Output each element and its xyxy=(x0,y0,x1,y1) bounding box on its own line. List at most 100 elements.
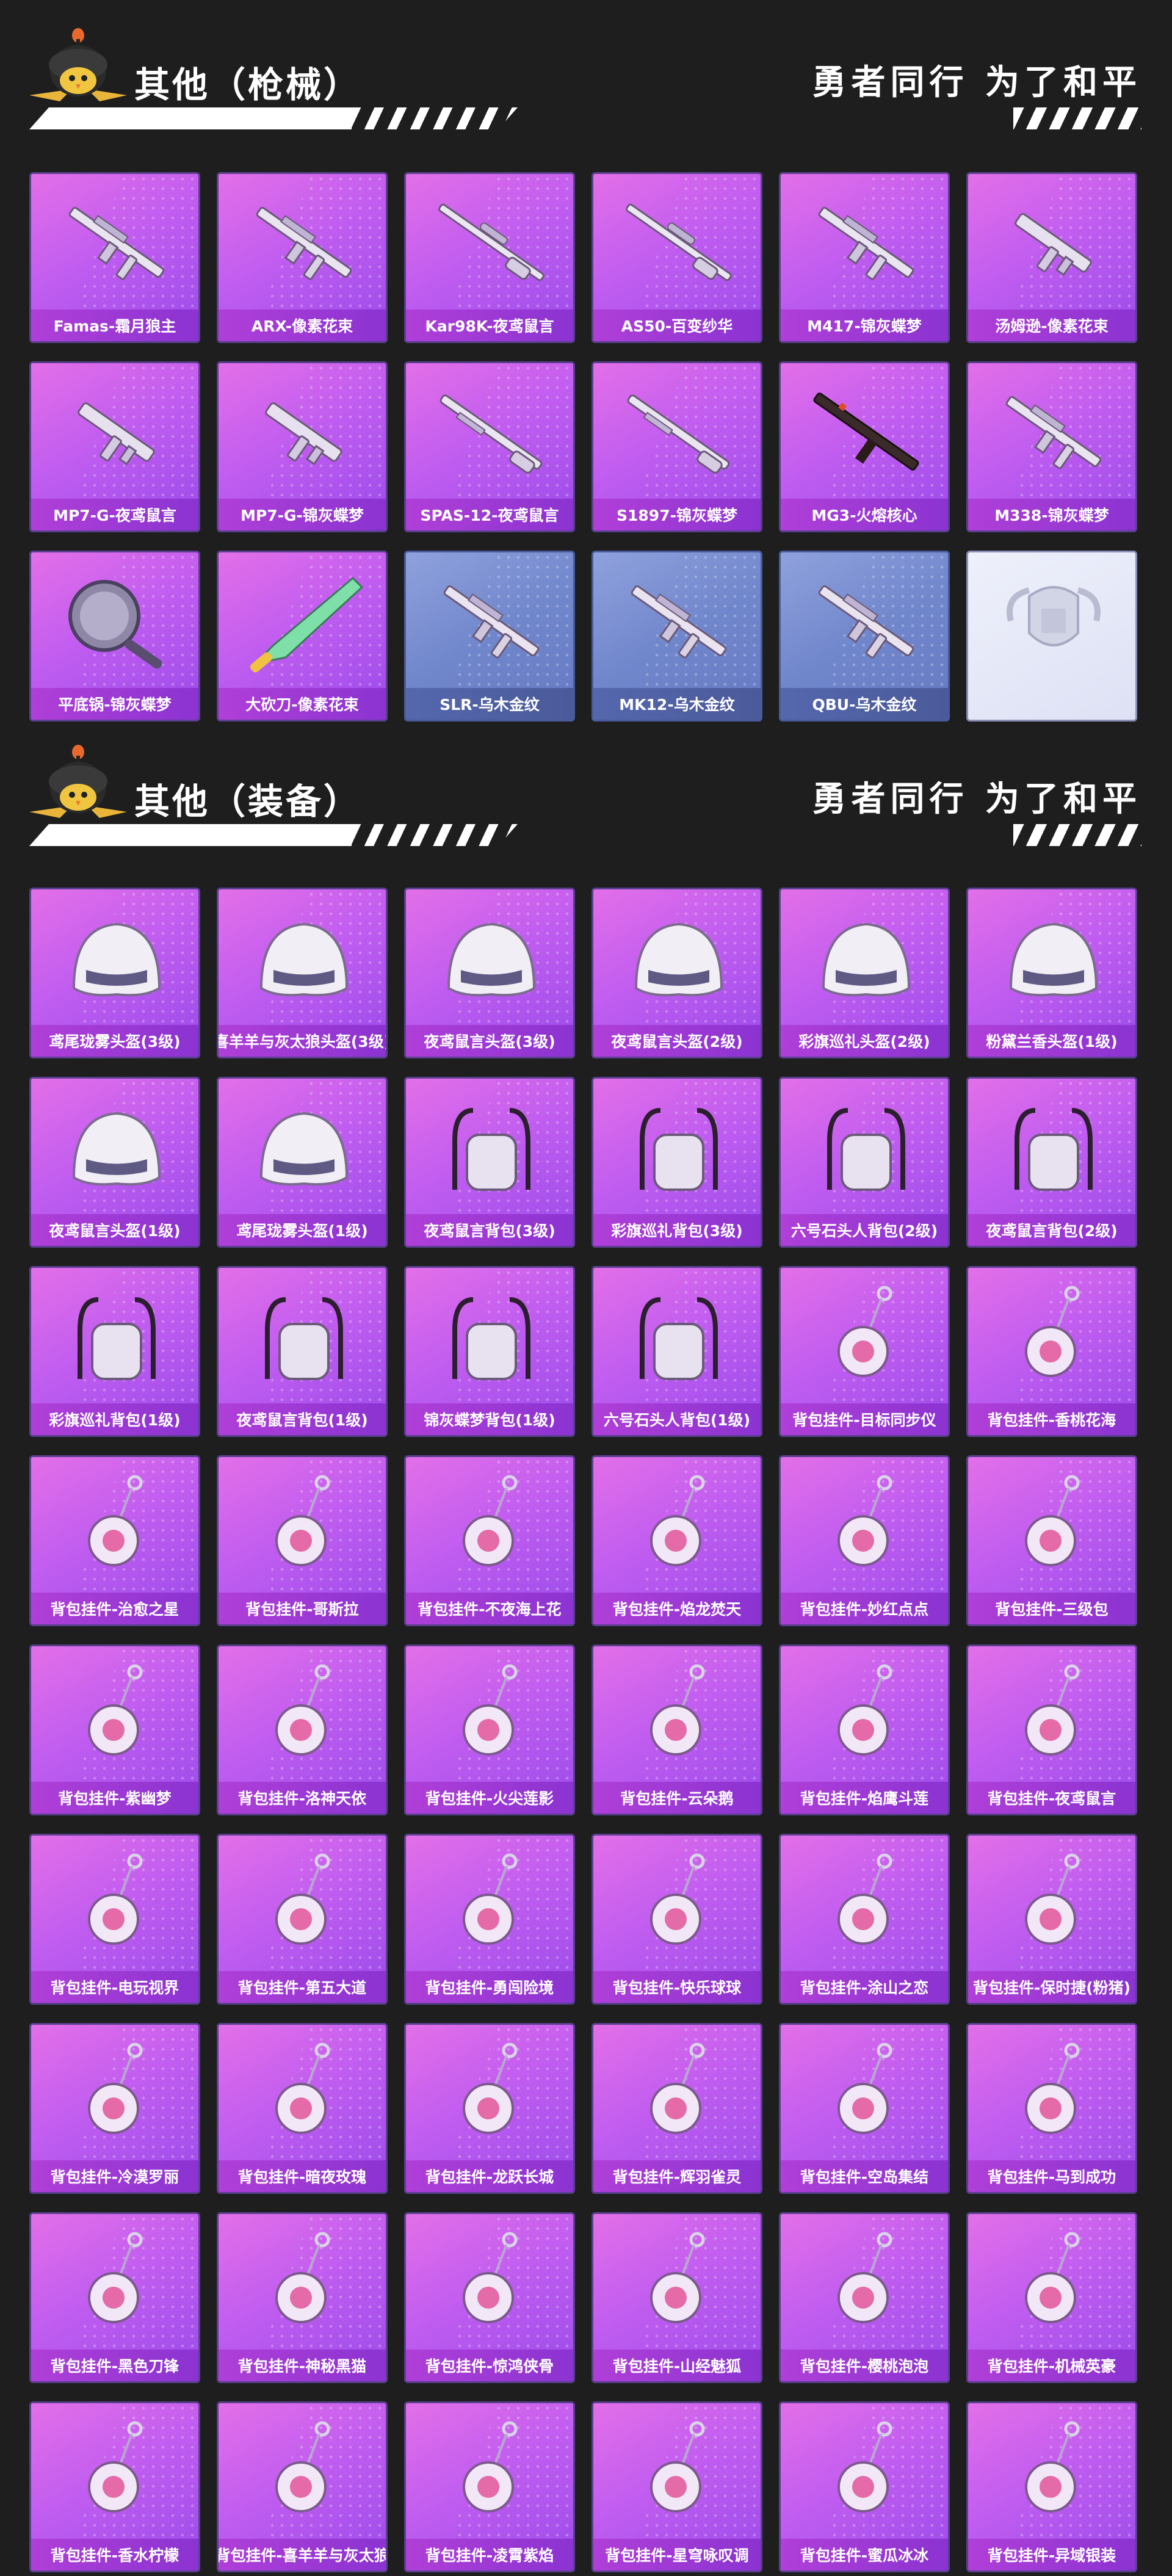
title-stripe-bar xyxy=(29,824,518,846)
section-title: 其他（装备） xyxy=(134,781,362,822)
item-card[interactable]: 背包挂件-马到成功 xyxy=(966,2023,1137,2194)
item-card[interactable]: 锦灰蝶梦背包(1级) xyxy=(404,1266,575,1437)
slogan-text: 勇者同行 为了和平 xyxy=(812,780,1141,819)
item-card[interactable]: Kar98K-夜鸢鼠言 xyxy=(404,172,575,343)
item-card[interactable]: 背包挂件-辉羽雀灵 xyxy=(591,2023,762,2194)
item-card[interactable]: 背包挂件-焰鹰斗莲 xyxy=(779,1644,950,1815)
item-card[interactable]: 夜鸢鼠言头盔(1级) xyxy=(29,1077,200,1248)
item-caption: SLR-乌木金纹 xyxy=(406,688,573,720)
item-card[interactable]: M338-锦灰蝶梦 xyxy=(966,361,1137,532)
item-card[interactable]: 背包挂件-焰龙焚天 xyxy=(591,1455,762,1626)
item-card[interactable]: 背包挂件-异域银装 xyxy=(966,2401,1137,2572)
item-card[interactable]: 背包挂件-惊鸿侠骨 xyxy=(404,2212,575,2383)
charm-icon xyxy=(837,1853,892,1945)
item-card[interactable] xyxy=(966,551,1137,722)
item-card[interactable]: MP7-G-锦灰蝶梦 xyxy=(217,361,388,532)
item-caption: 背包挂件-喜羊羊与灰太狼 xyxy=(219,2539,386,2571)
charm-icon xyxy=(1025,2421,1080,2513)
item-card[interactable]: 背包挂件-妙红点点 xyxy=(779,1455,950,1626)
item-card[interactable]: 六号石头人背包(2级) xyxy=(779,1077,950,1248)
item-card[interactable]: 彩旗巡礼头盔(2级) xyxy=(779,888,950,1058)
item-card[interactable]: 平底锅-锦灰蝶梦 xyxy=(29,551,200,722)
helmet-icon xyxy=(72,1112,161,1186)
item-card[interactable]: MP7-G-夜鸢鼠言 xyxy=(29,361,200,532)
item-card[interactable]: 背包挂件-蜜瓜冰冰 xyxy=(779,2401,950,2572)
item-card[interactable]: 背包挂件-不夜海上花 xyxy=(404,1455,575,1626)
item-caption: 背包挂件-黑色刀锋 xyxy=(31,2350,198,2381)
item-card[interactable]: 背包挂件-夜鸢鼠言 xyxy=(966,1644,1137,1815)
item-card[interactable]: 背包挂件-冷漠罗丽 xyxy=(29,2023,200,2194)
item-card[interactable]: 粉黛兰香头盔(1级) xyxy=(966,888,1137,1058)
item-card[interactable]: 鸢尾珑雾头盔(1级) xyxy=(217,1077,388,1248)
helmet-icon xyxy=(822,922,911,997)
item-caption: 六号石头人背包(2级) xyxy=(781,1214,948,1246)
charm-icon xyxy=(650,2042,705,2134)
item-card[interactable]: 背包挂件-电玩视界 xyxy=(29,1834,200,2005)
item-card[interactable]: 背包挂件-治愈之星 xyxy=(29,1455,200,1626)
item-card[interactable]: 夜鸢鼠言背包(3级) xyxy=(404,1077,575,1248)
item-card[interactable]: 背包挂件-空岛集结 xyxy=(779,2023,950,2194)
item-caption: 背包挂件-治愈之星 xyxy=(31,1593,198,1624)
item-card[interactable]: 背包挂件-三级包 xyxy=(966,1455,1137,1626)
item-card[interactable]: 彩旗巡礼背包(3级) xyxy=(591,1077,762,1248)
item-card[interactable]: 背包挂件-勇闯险境 xyxy=(404,1834,575,2005)
item-caption: Kar98K-夜鸢鼠言 xyxy=(406,309,573,341)
item-card[interactable]: 夜鸢鼠言头盔(2级) xyxy=(591,888,762,1058)
item-card[interactable]: 背包挂件-保时捷(粉猪) xyxy=(966,1834,1137,2005)
item-card[interactable]: 背包挂件-凌霄紫焰 xyxy=(404,2401,575,2572)
item-caption: 夜鸢鼠言头盔(2级) xyxy=(593,1025,761,1057)
item-card[interactable]: 喜羊羊与灰太狼头盔(3级) xyxy=(217,888,388,1058)
item-card[interactable]: MG3-火熔核心 xyxy=(779,361,950,532)
charm-icon xyxy=(1025,2042,1080,2134)
item-card[interactable]: 背包挂件-哥斯拉 xyxy=(217,1455,388,1626)
item-card[interactable]: 背包挂件-暗夜玫瑰 xyxy=(217,2023,388,2194)
charm-icon xyxy=(650,1853,705,1945)
item-caption: 彩旗巡礼背包(1级) xyxy=(31,1403,198,1435)
item-card[interactable]: 背包挂件-云朵鹅 xyxy=(591,1644,762,1815)
item-card[interactable]: 夜鸢鼠言头盔(3级) xyxy=(404,888,575,1058)
item-card[interactable]: Famas-霜月狼主 xyxy=(29,172,200,343)
item-card[interactable]: AS50-百变纱华 xyxy=(591,172,762,343)
item-card[interactable]: 背包挂件-紫幽梦 xyxy=(29,1644,200,1815)
item-card[interactable]: QBU-乌木金纹 xyxy=(779,551,950,722)
item-card[interactable]: 背包挂件-机械英豪 xyxy=(966,2212,1137,2383)
item-card[interactable]: 背包挂件-火尖莲影 xyxy=(404,1644,575,1815)
item-card[interactable]: 大砍刀-像素花束 xyxy=(217,551,388,722)
item-card[interactable]: 背包挂件-喜羊羊与灰太狼 xyxy=(217,2401,388,2572)
item-card[interactable]: SLR-乌木金纹 xyxy=(404,551,575,722)
item-card[interactable]: 背包挂件-快乐球球 xyxy=(591,1834,762,2005)
item-card[interactable]: 背包挂件-香桃花海 xyxy=(966,1266,1137,1437)
smg-icon xyxy=(1015,213,1092,277)
item-card[interactable]: 夜鸢鼠言背包(1级) xyxy=(217,1266,388,1437)
item-caption: 背包挂件-第五大道 xyxy=(219,1971,386,2003)
item-card[interactable]: 背包挂件-龙跃长城 xyxy=(404,2023,575,2194)
item-caption: 背包挂件-保时捷(粉猪) xyxy=(968,1971,1135,2003)
item-card[interactable]: 六号石头人背包(1级) xyxy=(591,1266,762,1437)
item-card[interactable]: MK12-乌木金纹 xyxy=(591,551,762,722)
item-card[interactable]: M417-锦灰蝶梦 xyxy=(779,172,950,343)
item-card[interactable]: ARX-像素花束 xyxy=(217,172,388,343)
item-card[interactable]: S1897-锦灰蝶梦 xyxy=(591,361,762,532)
charm-icon xyxy=(88,2232,143,2323)
item-card[interactable]: 背包挂件-樱桃泡泡 xyxy=(779,2212,950,2383)
frying-pan-icon xyxy=(68,580,162,669)
item-card[interactable]: 背包挂件-涂山之恋 xyxy=(779,1834,950,2005)
helmet-icon xyxy=(72,922,161,997)
item-card[interactable]: 彩旗巡礼背包(1级) xyxy=(29,1266,200,1437)
item-card[interactable]: 背包挂件-香水柠檬 xyxy=(29,2401,200,2572)
item-card[interactable]: SPAS-12-夜鸢鼠言 xyxy=(404,361,575,532)
item-card[interactable]: 夜鸢鼠言背包(2级) xyxy=(966,1077,1137,1248)
item-caption: 背包挂件-星穹咏叹调 xyxy=(593,2539,761,2571)
item-card[interactable]: 背包挂件-黑色刀锋 xyxy=(29,2212,200,2383)
item-card[interactable]: 汤姆逊-像素花束 xyxy=(966,172,1137,343)
item-card[interactable]: 背包挂件-山经魅狐 xyxy=(591,2212,762,2383)
item-card[interactable]: 背包挂件-第五大道 xyxy=(217,1834,388,2005)
item-caption: 背包挂件-辉羽雀灵 xyxy=(593,2160,761,2192)
item-card[interactable]: 背包挂件-洛神天依 xyxy=(217,1644,388,1815)
item-caption: S1897-锦灰蝶梦 xyxy=(593,499,761,530)
item-card[interactable]: 背包挂件-目标同步仪 xyxy=(779,1266,950,1437)
item-caption: 鸢尾珑雾头盔(3级) xyxy=(31,1025,198,1057)
item-card[interactable]: 背包挂件-神秘黑猫 xyxy=(217,2212,388,2383)
item-card[interactable]: 背包挂件-星穹咏叹调 xyxy=(591,2401,762,2572)
item-card[interactable]: 鸢尾珑雾头盔(3级) xyxy=(29,888,200,1058)
